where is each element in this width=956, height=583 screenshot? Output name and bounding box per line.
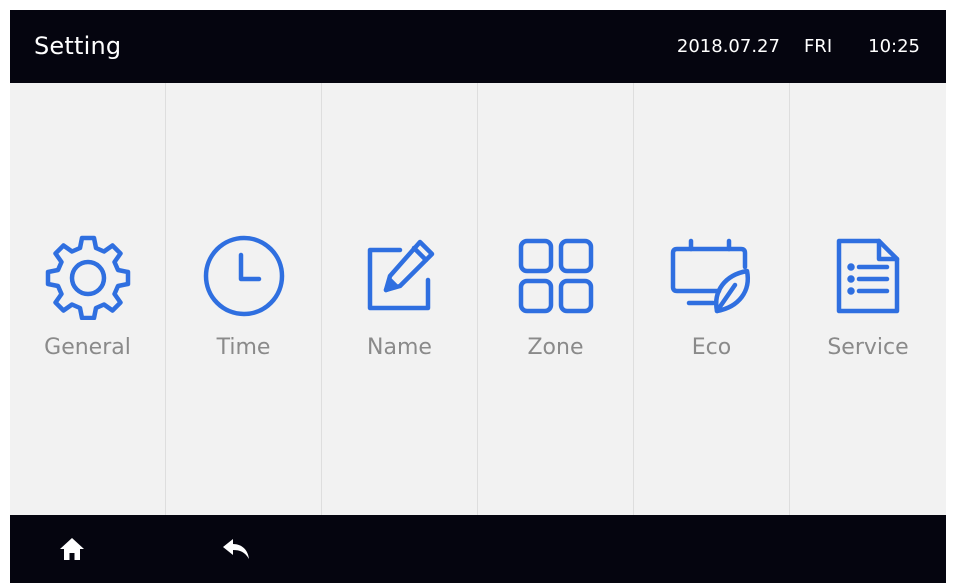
menu-item-name[interactable]: Name bbox=[322, 83, 478, 515]
menu-item-label: Time bbox=[216, 335, 271, 360]
day-display: FRI bbox=[803, 36, 833, 57]
status-area: 2018.07.27 FRI 10:25 bbox=[677, 36, 920, 57]
menu-item-eco[interactable]: Eco bbox=[634, 83, 790, 515]
eco-leaf-icon bbox=[667, 231, 757, 321]
menu-item-label: General bbox=[44, 335, 131, 360]
menu-item-zone[interactable]: Zone bbox=[478, 83, 634, 515]
edit-icon bbox=[355, 231, 445, 321]
clock-icon bbox=[199, 231, 289, 321]
back-button[interactable] bbox=[218, 531, 254, 567]
gear-icon bbox=[43, 231, 133, 321]
home-button[interactable] bbox=[54, 531, 90, 567]
top-bar: Setting 2018.07.27 FRI 10:25 bbox=[10, 10, 946, 83]
settings-screen: Setting 2018.07.27 FRI 10:25 General Tim… bbox=[10, 10, 946, 583]
page-title: Setting bbox=[34, 32, 122, 60]
menu-item-general[interactable]: General bbox=[10, 83, 166, 515]
document-list-icon bbox=[823, 231, 913, 321]
menu-item-label: Name bbox=[367, 335, 432, 360]
bottom-bar bbox=[10, 515, 946, 583]
settings-menu: General Time Name Zone Eco Service bbox=[10, 83, 946, 515]
date-display: 2018.07.27 bbox=[676, 36, 780, 57]
home-icon bbox=[60, 538, 84, 560]
time-display: 10:25 bbox=[868, 36, 920, 57]
menu-item-label: Eco bbox=[691, 335, 732, 360]
menu-item-label: Zone bbox=[527, 335, 584, 360]
menu-item-service[interactable]: Service bbox=[790, 83, 946, 515]
back-arrow-icon bbox=[223, 539, 249, 559]
menu-item-time[interactable]: Time bbox=[166, 83, 322, 515]
menu-item-label: Service bbox=[827, 335, 909, 360]
grid-icon bbox=[511, 231, 601, 321]
